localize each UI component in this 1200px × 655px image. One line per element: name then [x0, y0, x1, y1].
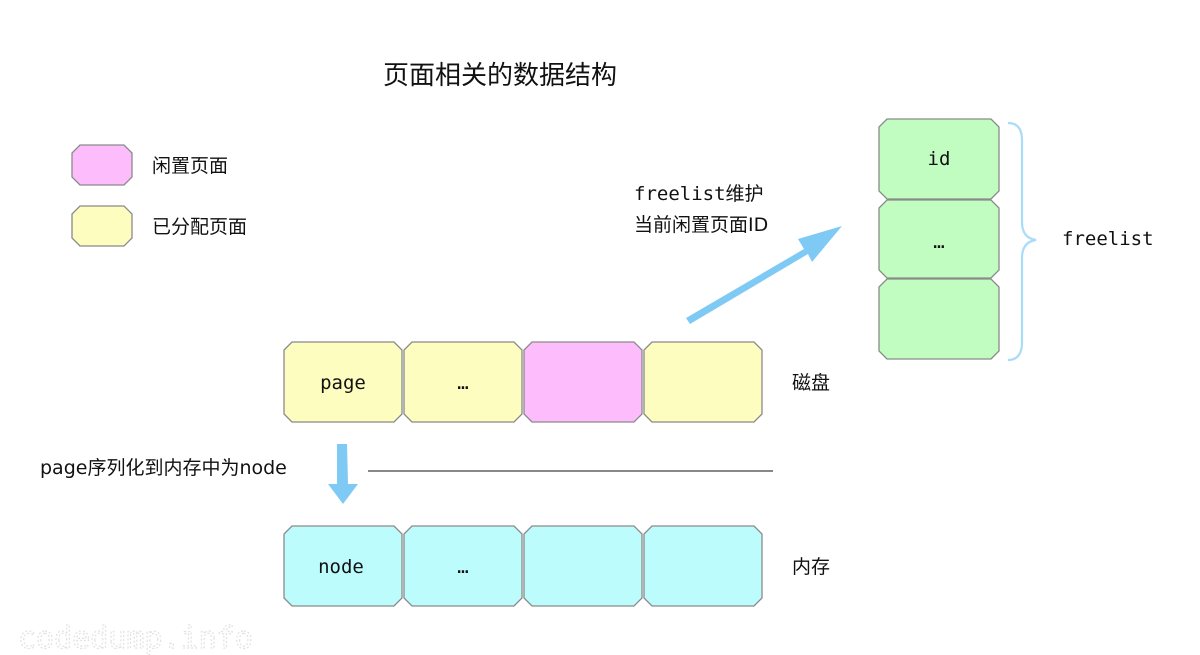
freelist-annotation-line2: 当前闲置页面ID	[634, 214, 768, 236]
disk-label: 磁盘	[792, 372, 830, 394]
legend-swatch-allocated-page	[71, 205, 133, 247]
memory-cell-4	[643, 525, 763, 607]
disk-page-cell-text: page	[320, 372, 366, 394]
memory-cell-3	[523, 525, 643, 607]
down-arrow-icon	[328, 444, 358, 504]
memory-label: 内存	[792, 556, 830, 578]
memory-row: node … 内存	[283, 525, 830, 607]
diagonal-arrow-icon	[686, 226, 842, 324]
page-structure-diagram: 页面相关的数据结构 闲置页面 已分配页面 page … 磁盘 node … 内存…	[17, 61, 1154, 655]
legend: 闲置页面 已分配页面	[71, 144, 247, 247]
freelist-id-cell-text: id	[928, 148, 951, 170]
freelist-label: freelist	[1062, 228, 1154, 250]
legend-label-free-page: 闲置页面	[152, 155, 228, 177]
disk-ellipsis-cell-text: …	[457, 372, 468, 394]
freelist-annotation-line1: freelist维护	[634, 183, 764, 205]
freelist-annotation-line1-text: freelist维护	[634, 183, 764, 205]
watermark-logo: codedump.info	[18, 621, 253, 655]
memory-node-cell-text: node	[318, 556, 364, 578]
freelist-column: id …	[878, 118, 1000, 360]
disk-free-page-cell	[523, 341, 643, 423]
serialize-arrow	[328, 444, 358, 504]
freelist-ellipsis-cell-text: …	[933, 231, 944, 253]
disk-row: page … 磁盘	[283, 341, 830, 423]
legend-label-allocated-page: 已分配页面	[152, 216, 247, 238]
diagram-canvas: 页面相关的数据结构 闲置页面 已分配页面 page … 磁盘 node … 内存…	[0, 0, 1200, 655]
memory-ellipsis-cell-text: …	[457, 556, 468, 578]
diagram-title: 页面相关的数据结构	[383, 61, 617, 91]
disk-allocated-page-cell	[643, 341, 763, 423]
legend-swatch-free-page	[71, 144, 133, 186]
freelist-brace	[1007, 121, 1037, 362]
freelist-empty-cell	[878, 278, 1000, 360]
serialize-label: page序列化到内存中为node	[40, 457, 287, 479]
